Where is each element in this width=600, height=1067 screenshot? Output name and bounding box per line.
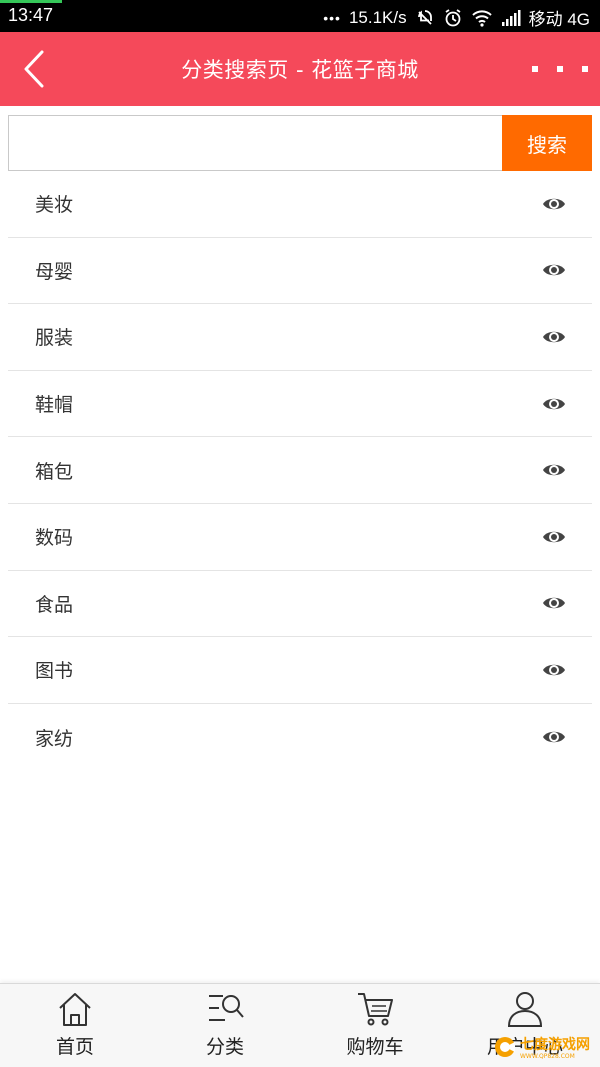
user-icon [507, 992, 543, 1027]
eye-icon[interactable] [542, 195, 566, 213]
eye-icon[interactable] [542, 728, 566, 746]
watermark: 七度游戏网 WWW.QP828.COM [494, 1034, 590, 1060]
eye-icon[interactable] [542, 395, 566, 413]
app-header: 分类搜索页 - 花篮子商城 [0, 32, 600, 106]
eye-icon[interactable] [542, 461, 566, 479]
category-item[interactable]: 家纺 [8, 704, 592, 771]
nav-label: 首页 [55, 1036, 94, 1058]
category-list: 美妆 母婴 服装 鞋帽 箱包 数码 食品 图书 家纺 [8, 171, 592, 770]
eye-icon[interactable] [542, 261, 566, 279]
nav-item-cart[interactable]: 购物车 [300, 984, 450, 1067]
watermark-subtext: WWW.QP828.COM [520, 1053, 575, 1060]
nav-item-home[interactable]: 首页 [0, 984, 150, 1067]
more-dot-icon [532, 66, 538, 72]
eye-icon[interactable] [542, 328, 566, 346]
status-dots: ••• [323, 9, 341, 26]
net-speed: 15.1K/s [348, 7, 407, 27]
category-item[interactable]: 箱包 [8, 437, 592, 504]
category-item[interactable]: 数码 [8, 504, 592, 571]
alarm-off-icon [417, 9, 432, 25]
status-bar: 13:47 ••• 15.1K/s 移动 4G [0, 0, 600, 32]
category-label: 母婴 [35, 260, 74, 283]
category-label: 鞋帽 [35, 394, 74, 417]
search-bar: 搜索 [8, 115, 592, 171]
watermark-logo-icon [495, 1037, 515, 1057]
category-label: 家纺 [35, 727, 74, 750]
status-time: 13:47 [8, 5, 54, 25]
category-item[interactable]: 食品 [8, 571, 592, 638]
category-item[interactable]: 美妆 [8, 171, 592, 238]
status-accent-line [0, 0, 62, 3]
category-label: 美妆 [35, 194, 74, 217]
cart-icon [358, 993, 393, 1026]
eye-icon[interactable] [542, 661, 566, 679]
eye-icon[interactable] [542, 594, 566, 612]
home-icon [59, 993, 91, 1026]
nav-label: 购物车 [346, 1036, 404, 1058]
more-dot-icon [582, 66, 588, 72]
category-label: 服装 [35, 327, 74, 350]
status-indicators: ••• 15.1K/s 移动 4G [323, 5, 590, 30]
watermark-text-block: 七度游戏网 WWW.QP828.COM [520, 1034, 590, 1060]
search-input[interactable] [8, 115, 502, 171]
category-item[interactable]: 服装 [8, 304, 592, 371]
category-search-icon [209, 995, 244, 1021]
page-title: 分类搜索页 - 花篮子商城 [181, 58, 419, 82]
category-label: 数码 [35, 527, 74, 550]
carrier-label: 移动 4G [528, 10, 590, 29]
search-button[interactable]: 搜索 [502, 115, 592, 171]
signal-icon [501, 9, 521, 26]
category-item[interactable]: 图书 [8, 637, 592, 704]
nav-item-category[interactable]: 分类 [150, 984, 300, 1067]
category-label: 图书 [35, 660, 74, 683]
watermark-text: 七度游戏网 [520, 1037, 590, 1053]
wifi-icon [471, 9, 492, 27]
eye-icon[interactable] [542, 528, 566, 546]
category-label: 箱包 [35, 460, 74, 483]
category-item[interactable]: 母婴 [8, 238, 592, 305]
alarm-icon [445, 8, 461, 26]
nav-label: 分类 [205, 1036, 244, 1058]
more-dot-icon [557, 66, 563, 72]
category-label: 食品 [35, 593, 74, 616]
more-menu-button[interactable] [532, 54, 588, 84]
category-item[interactable]: 鞋帽 [8, 371, 592, 438]
